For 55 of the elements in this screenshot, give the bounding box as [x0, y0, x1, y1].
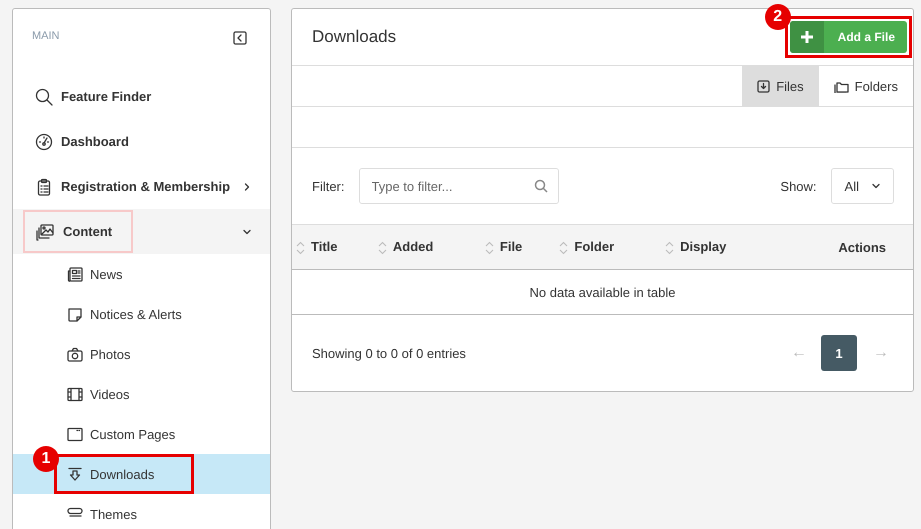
column-header[interactable]: Title: [311, 239, 338, 254]
nav-sub-item[interactable]: Notices & Alerts: [13, 294, 270, 334]
view-tab[interactable]: Files: [742, 66, 819, 106]
images-icon: [35, 222, 55, 240]
nav-sub-item[interactable]: News: [13, 254, 270, 294]
nav-sub-item[interactable]: Videos: [13, 374, 270, 414]
entries-info: Showing 0 to 0 of 0 entries: [312, 346, 466, 360]
collapse-sidebar-button[interactable]: [233, 31, 247, 45]
folder-icon: [834, 80, 849, 92]
nav-label: Videos: [90, 386, 130, 402]
chevron-left-icon: [233, 31, 247, 45]
nav-item[interactable]: Dashboard: [13, 119, 270, 164]
search-icon: [35, 88, 53, 106]
filter-label: Filter:: [312, 178, 344, 194]
show-dropdown[interactable]: All: [830, 168, 894, 204]
nav-label: News: [90, 266, 123, 282]
nav-label: Registration & Membership: [61, 179, 230, 194]
empty-table-message: No data available in table: [292, 270, 913, 314]
nav-item[interactable]: Registration & Membership: [13, 164, 270, 209]
page-title: Downloads: [312, 27, 396, 47]
step-number-badge: 1: [33, 446, 59, 472]
nav-item[interactable]: Feature Finder: [13, 74, 270, 119]
camera-icon: [67, 346, 83, 362]
column-header[interactable]: Display: [680, 239, 726, 254]
nav-item[interactable]: Content: [13, 209, 270, 254]
newspaper-icon: [67, 266, 83, 282]
section-heading: MAIN: [32, 30, 60, 42]
search-icon: [534, 179, 548, 193]
sticky-note-icon: [67, 306, 83, 322]
show-label: Show:: [780, 178, 817, 194]
nav-label: Feature Finder: [61, 89, 152, 104]
chevron-down-icon: [871, 181, 881, 191]
nav-label: Dashboard: [61, 134, 129, 149]
film-icon: [67, 386, 83, 402]
clipboard-icon: [35, 178, 53, 196]
nav-sub-item[interactable]: Photos: [13, 334, 270, 374]
nav-label: Downloads: [90, 466, 154, 482]
nav-label: Photos: [90, 346, 130, 362]
filter-field[interactable]: Type to filter...: [358, 168, 558, 204]
download-icon: [67, 466, 83, 482]
column-header[interactable]: File: [500, 239, 522, 254]
page-number-button[interactable]: 1: [821, 335, 857, 371]
nav-sub-item[interactable]: Themes: [13, 494, 270, 529]
nav-label: Content: [63, 224, 112, 239]
column-header[interactable]: Added: [392, 239, 434, 254]
browser-window-icon: [67, 426, 83, 442]
nav-label: Themes: [90, 506, 137, 522]
column-header[interactable]: Folder: [574, 239, 614, 254]
nav-label: Custom Pages: [90, 426, 176, 442]
gauge-icon: [35, 132, 53, 150]
nav-label: Notices & Alerts: [90, 306, 182, 322]
download-box-icon: [757, 80, 770, 92]
step-number-badge: 2: [764, 4, 791, 30]
column-header: Actions: [838, 240, 886, 254]
plus-icon: [800, 30, 814, 44]
